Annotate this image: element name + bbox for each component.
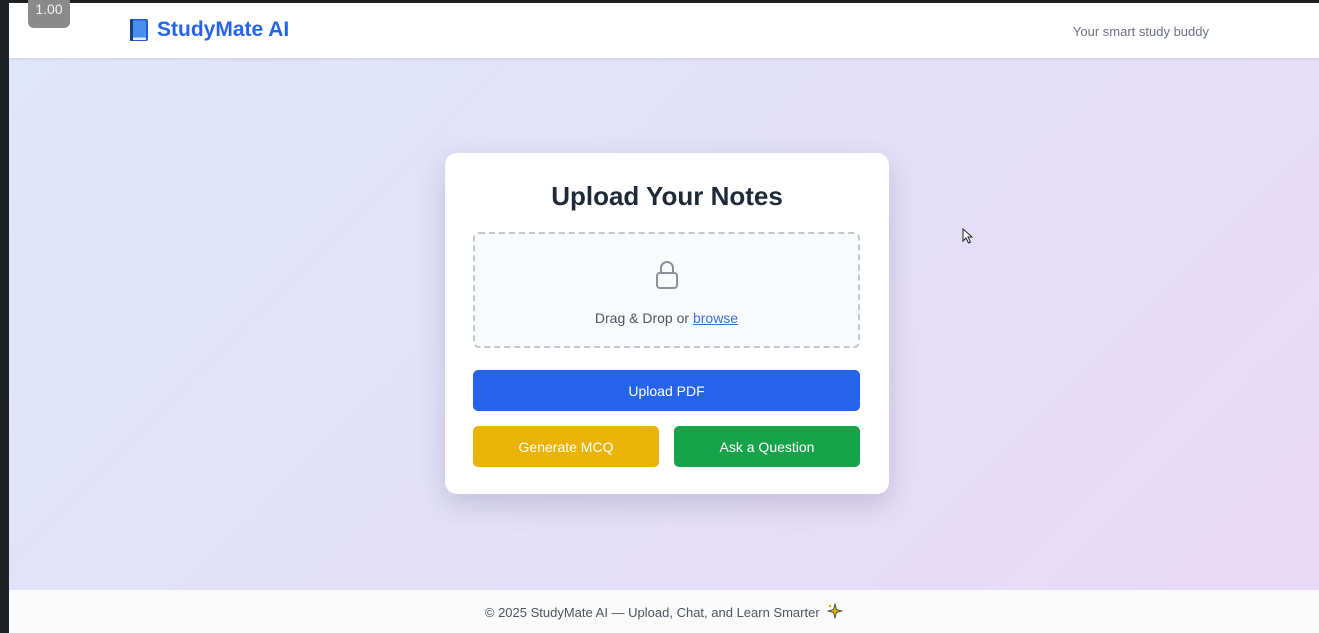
sparkle-icon: [827, 603, 844, 619]
footer-text: © 2025 StudyMate AI — Upload, Chat, and …: [484, 605, 820, 620]
zoom-level-badge: 1.00: [28, 0, 70, 28]
ask-question-button[interactable]: Ask a Question: [674, 426, 860, 467]
top-header: StudyMate AI Your smart study buddy: [9, 3, 1319, 58]
dropzone-label: Drag & Drop or: [594, 310, 690, 326]
brand-logo[interactable]: StudyMate AI: [128, 18, 289, 42]
page-footer: © 2025 StudyMate AI — Upload, Chat, and …: [9, 590, 1319, 633]
upload-pdf-button[interactable]: Upload PDF: [473, 370, 860, 411]
brand-name: StudyMate AI: [157, 18, 290, 41]
mouse-cursor-icon: [962, 228, 973, 244]
file-dropzone[interactable]: Drag & Drop or browse: [473, 232, 860, 348]
generate-mcq-button[interactable]: Generate MCQ: [473, 426, 659, 467]
app-window: StudyMate AI Your smart study buddy Uplo…: [9, 3, 1319, 633]
dropzone-text: Drag & Drop or browse: [475, 310, 858, 326]
tagline: Your smart study buddy: [1072, 24, 1209, 39]
browse-link[interactable]: browse: [693, 310, 738, 326]
card-title: Upload Your Notes: [551, 181, 783, 211]
upload-card: Upload Your Notes Drag & Drop or browse …: [445, 153, 889, 494]
lock-icon: [656, 261, 678, 289]
book-icon: [130, 19, 148, 41]
